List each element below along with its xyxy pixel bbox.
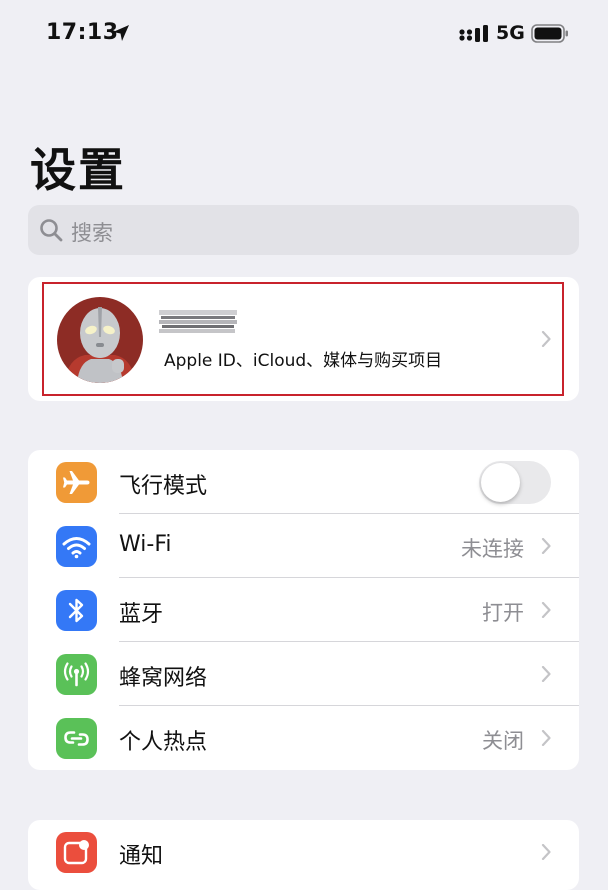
toggle-knob bbox=[481, 463, 520, 502]
cellular-row[interactable]: 蜂窝网络 bbox=[28, 642, 579, 706]
avatar bbox=[57, 297, 143, 383]
chevron-right-icon bbox=[541, 538, 551, 554]
notifications-label: 通知 bbox=[119, 844, 164, 869]
bluetooth-label: 蓝牙 bbox=[119, 602, 164, 627]
bluetooth-status: 打开 bbox=[482, 601, 524, 625]
chevron-right-icon bbox=[541, 331, 551, 347]
battery-icon bbox=[531, 24, 569, 43]
chevron-right-icon bbox=[541, 666, 551, 682]
airplane-mode-toggle[interactable] bbox=[479, 461, 551, 504]
network-type: 5G bbox=[496, 22, 525, 44]
airplane-mode-label: 飞行模式 bbox=[119, 474, 208, 499]
cellular-label: 蜂窝网络 bbox=[119, 666, 208, 691]
blurred-account-name bbox=[159, 308, 237, 336]
search-icon bbox=[39, 218, 63, 242]
location-arrow-icon bbox=[112, 24, 130, 42]
cellular-signal-icon bbox=[459, 24, 491, 44]
hotspot-link-icon bbox=[56, 718, 97, 759]
bluetooth-icon bbox=[56, 590, 97, 631]
wifi-label: Wi-Fi bbox=[119, 532, 172, 557]
notifications-row[interactable]: 通知 bbox=[28, 820, 579, 884]
status-bar: 17:13 5G bbox=[0, 0, 608, 70]
notifications-group: 通知 bbox=[28, 820, 579, 890]
apple-id-profile-card[interactable]: Apple ID、iCloud、媒体与购买项目 bbox=[28, 277, 579, 401]
wifi-row[interactable]: Wi-Fi 未连接 bbox=[28, 514, 579, 578]
wifi-status: 未连接 bbox=[461, 537, 524, 561]
chevron-right-icon bbox=[541, 844, 551, 860]
search-placeholder: 搜索 bbox=[71, 221, 113, 245]
connectivity-group: 飞行模式 Wi-Fi 未连接 蓝牙 打开 蜂窝网络 个人热点 关闭 bbox=[28, 450, 579, 770]
wifi-icon bbox=[56, 526, 97, 567]
personal-hotspot-row[interactable]: 个人热点 关闭 bbox=[28, 706, 579, 770]
airplane-mode-row: 飞行模式 bbox=[28, 450, 579, 514]
notification-bell-icon bbox=[56, 832, 97, 873]
airplane-icon bbox=[56, 462, 97, 503]
search-input[interactable]: 搜索 bbox=[28, 205, 579, 255]
cellular-antenna-icon bbox=[56, 654, 97, 695]
status-time: 17:13 bbox=[46, 20, 119, 45]
personal-hotspot-label: 个人热点 bbox=[119, 730, 208, 755]
apple-id-subtitle: Apple ID、iCloud、媒体与购买项目 bbox=[164, 351, 443, 371]
chevron-right-icon bbox=[541, 602, 551, 618]
page-title: 设置 bbox=[30, 143, 126, 197]
bluetooth-row[interactable]: 蓝牙 打开 bbox=[28, 578, 579, 642]
chevron-right-icon bbox=[541, 730, 551, 746]
personal-hotspot-status: 关闭 bbox=[482, 729, 524, 753]
